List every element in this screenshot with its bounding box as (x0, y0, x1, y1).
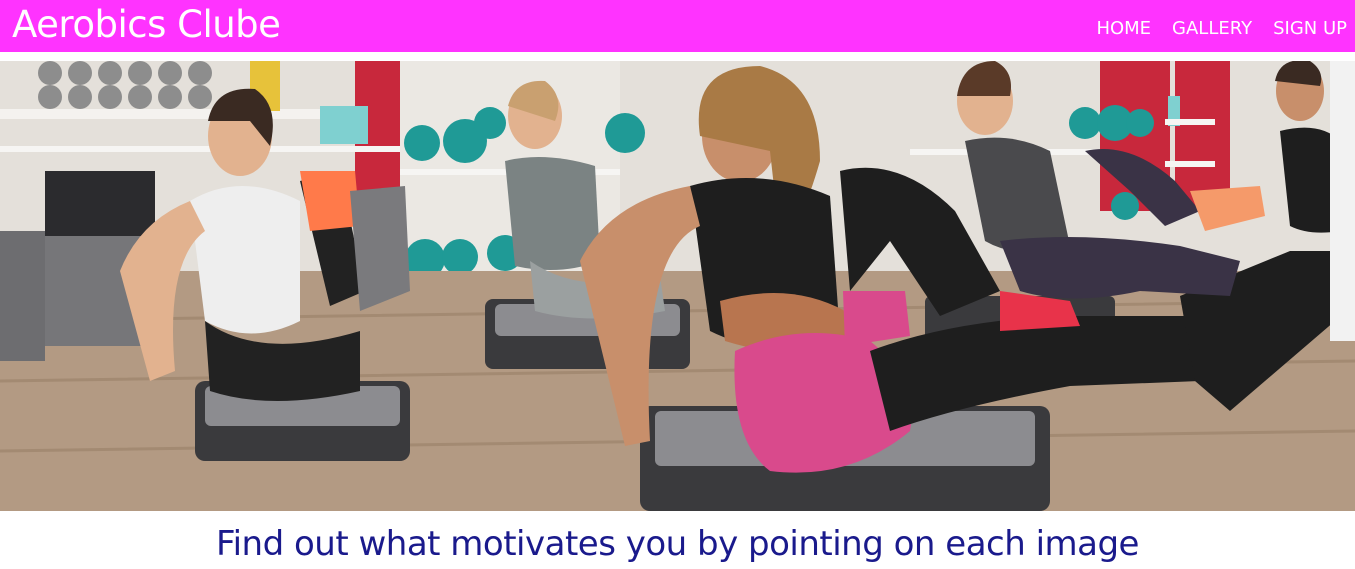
gallery-peek (0, 564, 1355, 569)
brand-logo[interactable]: Aerobics Clube (12, 3, 281, 47)
section-heading: Find out what motivates you by pointing … (216, 524, 1139, 564)
hero-illustration (0, 61, 1355, 511)
main-nav: HOME GALLERY SIGN UP (1096, 17, 1347, 41)
top-navbar: Aerobics Clube HOME GALLERY SIGN UP (0, 0, 1355, 52)
nav-sign-up[interactable]: SIGN UP (1273, 17, 1347, 41)
hero-image (0, 61, 1355, 511)
nav-gallery[interactable]: GALLERY (1172, 17, 1252, 41)
nav-home[interactable]: HOME (1096, 17, 1151, 41)
